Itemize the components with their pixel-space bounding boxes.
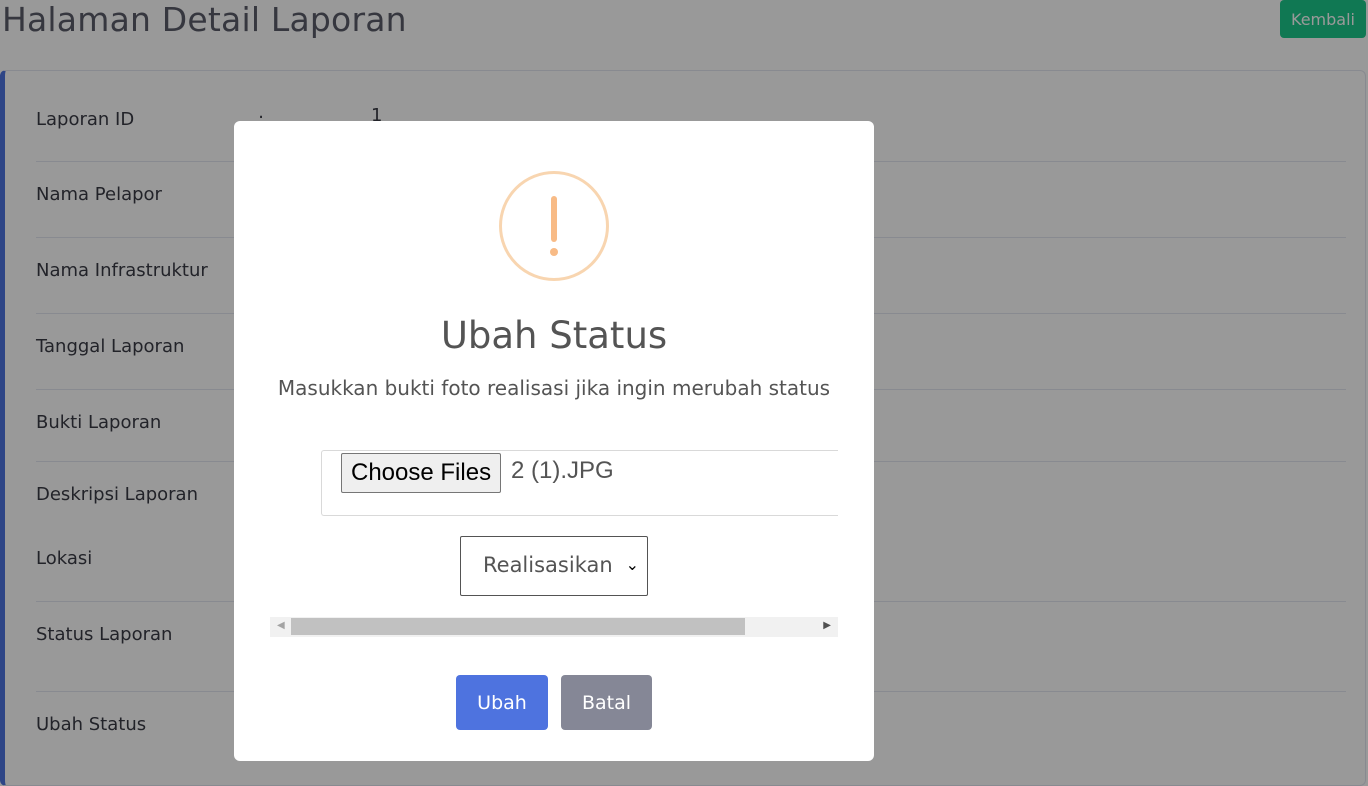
change-status-dialog: Ubah Status Masukkan bukti foto realisas… <box>234 121 874 761</box>
horizontal-scrollbar[interactable]: ◀ ▶ <box>270 617 838 637</box>
scroll-left-icon[interactable]: ◀ <box>277 620 285 631</box>
file-input-container: Choose Files 2 (1).JPG <box>321 450 838 516</box>
confirm-button[interactable]: Ubah <box>456 675 548 730</box>
scrollbar-thumb[interactable] <box>291 618 745 635</box>
warning-icon-bar <box>551 196 557 242</box>
warning-icon <box>499 171 609 281</box>
choose-files-button[interactable]: Choose Files <box>341 453 502 493</box>
chevron-down-icon: ⌄ <box>625 555 639 574</box>
status-select-value: Realisasikan <box>483 553 613 577</box>
cancel-button[interactable]: Batal <box>561 675 652 730</box>
scroll-right-icon[interactable]: ▶ <box>823 620 831 631</box>
dialog-title: Ubah Status <box>440 314 668 357</box>
dialog-message: Masukkan bukti foto realisasi jika ingin… <box>277 376 831 400</box>
status-select[interactable]: Realisasikan ⌄ <box>460 536 648 596</box>
warning-icon-dot <box>550 248 558 256</box>
selected-file-name: 2 (1).JPG <box>511 457 614 484</box>
